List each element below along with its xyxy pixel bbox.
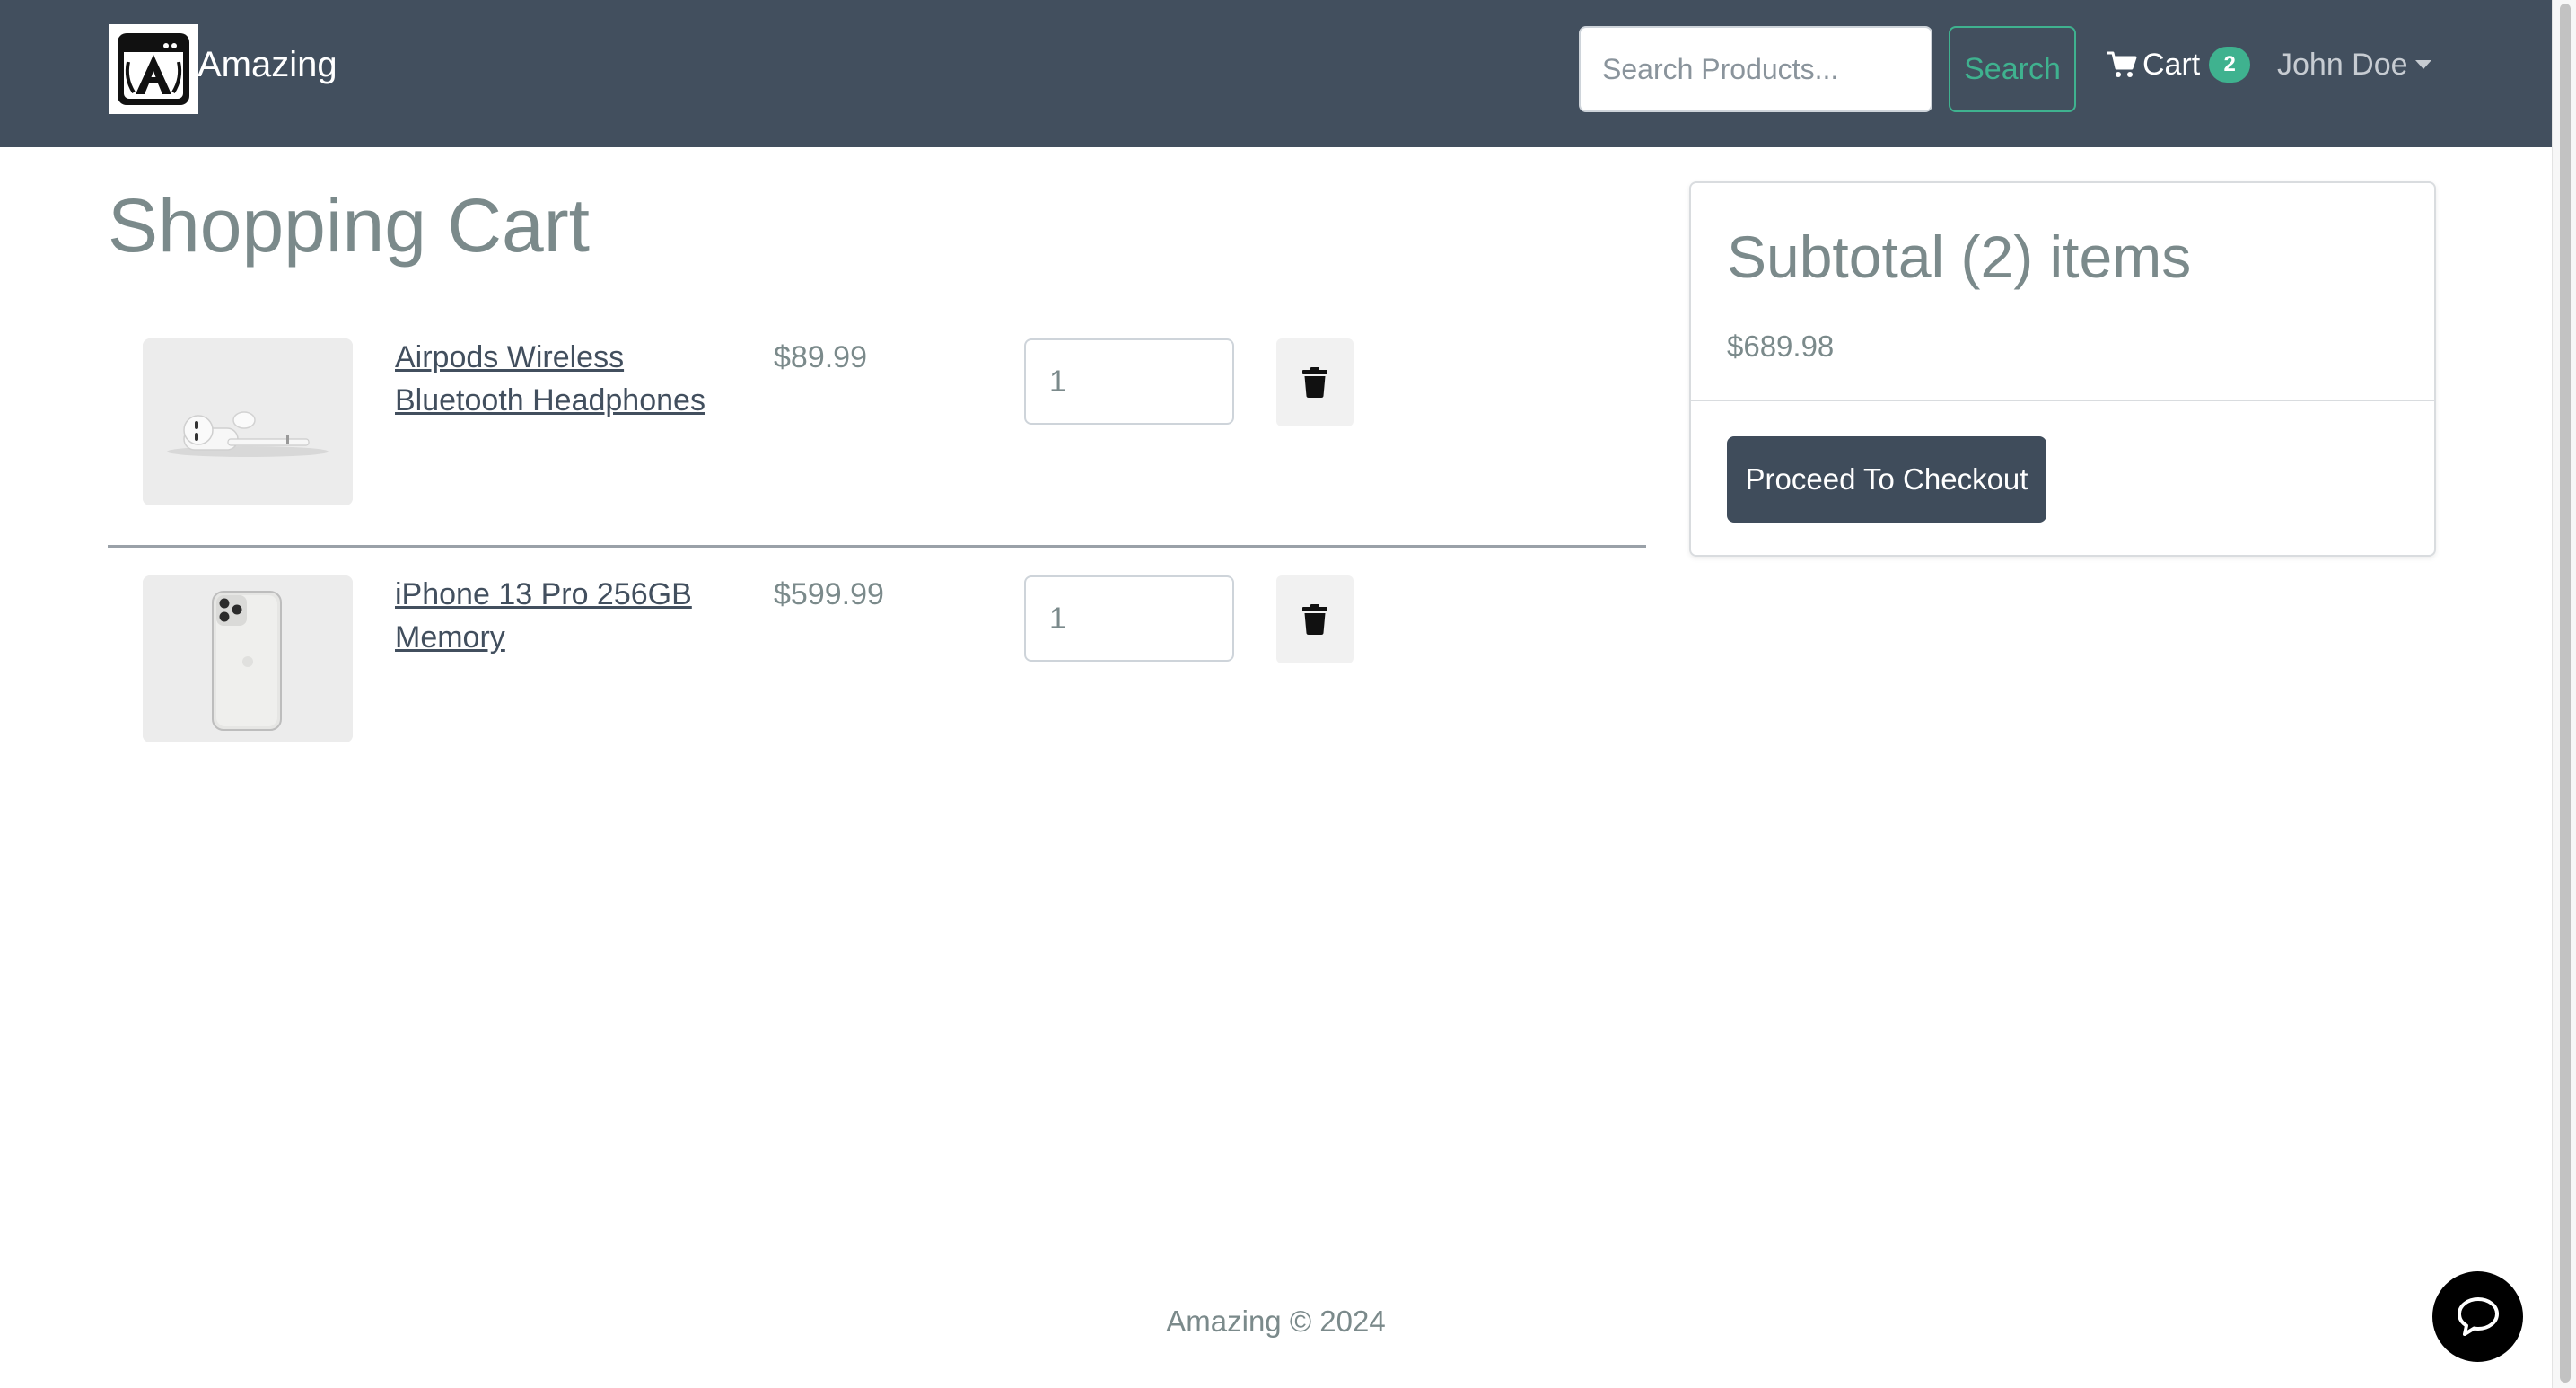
chat-bubble-icon <box>2457 1296 2499 1336</box>
footer-copyright: Amazing © 2024 <box>1166 1305 1386 1338</box>
shopping-cart-icon <box>2107 51 2137 77</box>
scrollbar-thumb[interactable] <box>2560 4 2571 1383</box>
search-input[interactable] <box>1579 26 1932 112</box>
quantity-input[interactable] <box>1024 338 1234 425</box>
brand-logo[interactable] <box>109 24 198 114</box>
cart-link[interactable]: Cart 2 <box>2107 40 2251 90</box>
product-image-iphone[interactable] <box>143 575 353 742</box>
iphone-image <box>143 575 353 742</box>
trash-icon <box>1302 367 1327 398</box>
user-menu-dropdown[interactable]: John Doe <box>2277 40 2431 90</box>
quantity-input[interactable] <box>1024 575 1234 662</box>
page-title: Shopping Cart <box>108 183 591 268</box>
airpods-image <box>143 338 353 505</box>
product-name-link[interactable]: iPhone 13 Pro 256GB Memory <box>395 573 736 659</box>
page-scrollbar[interactable] <box>2552 0 2576 1388</box>
trash-icon <box>1302 604 1327 635</box>
product-price: $599.99 <box>774 577 884 611</box>
search-button[interactable]: Search <box>1949 26 2076 112</box>
brand-name[interactable]: Amazing <box>197 40 337 90</box>
amazing-logo-icon <box>118 33 189 105</box>
product-name-link[interactable]: Airpods Wireless Bluetooth Headphones <box>395 336 736 422</box>
cart-item: iPhone 13 Pro 256GB Memory $599.99 <box>108 560 1646 785</box>
proceed-to-checkout-button[interactable]: Proceed To Checkout <box>1727 436 2046 523</box>
subtotal-heading: Subtotal (2) items <box>1727 224 2192 290</box>
cart-item: Airpods Wireless Bluetooth Headphones $8… <box>108 323 1646 548</box>
chat-widget-button[interactable] <box>2432 1271 2523 1362</box>
subtotal-amount: $689.98 <box>1727 329 1835 363</box>
navbar: Amazing Search Cart 2 John Doe <box>0 0 2552 147</box>
summary-divider <box>1691 400 2434 401</box>
remove-item-button[interactable] <box>1276 575 1354 663</box>
caret-down-icon <box>2414 60 2431 69</box>
cart-label: Cart <box>2142 47 2201 82</box>
order-summary-card: Subtotal (2) items $689.98 Proceed To Ch… <box>1689 181 2436 557</box>
cart-count-badge: 2 <box>2209 47 2251 83</box>
product-image-airpods[interactable] <box>143 338 353 505</box>
product-price: $89.99 <box>774 340 867 374</box>
remove-item-button[interactable] <box>1276 338 1354 426</box>
user-name: John Doe <box>2277 47 2408 82</box>
